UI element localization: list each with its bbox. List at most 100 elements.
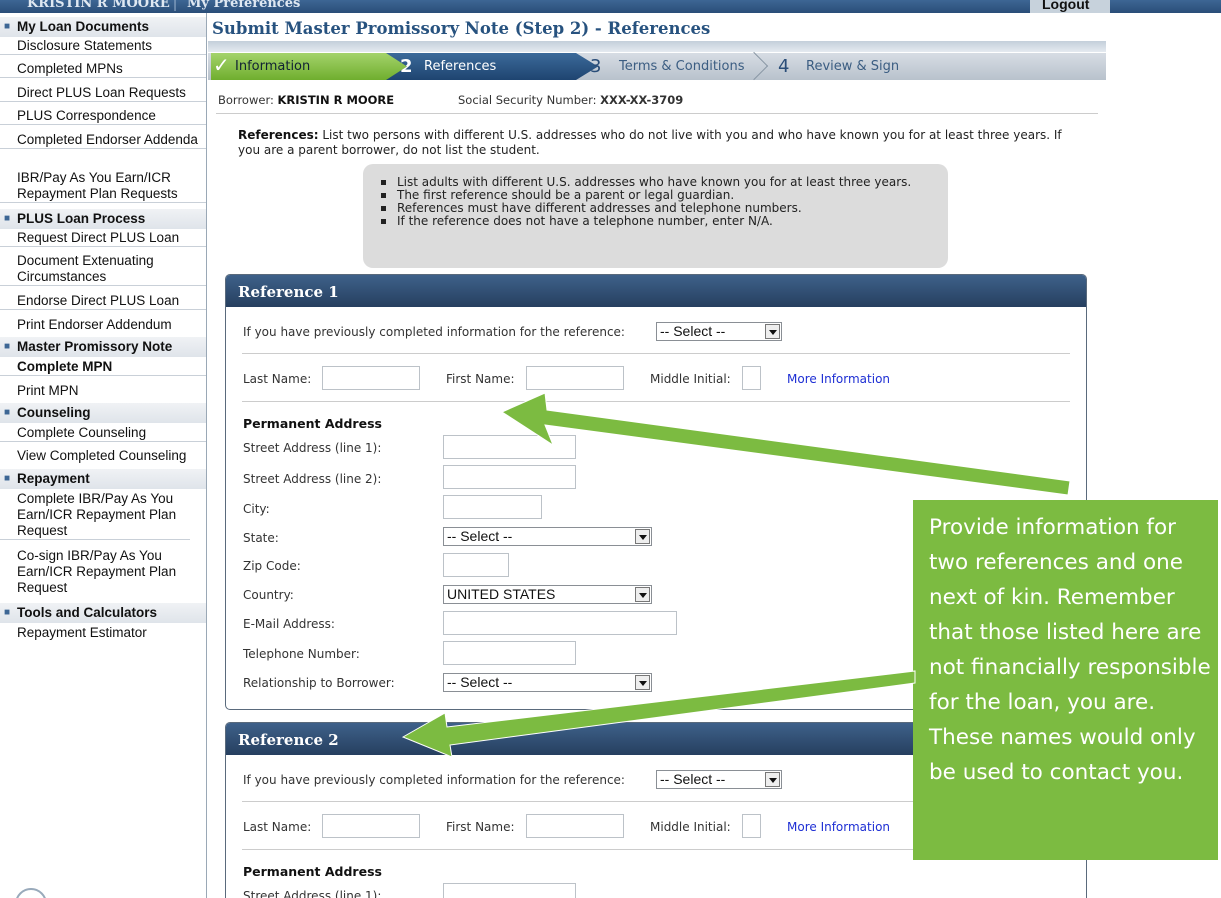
sidebar-item-cosign-ibr-request[interactable]: Co-sign IBR/Pay As You Earn/ICR Repaymen… xyxy=(0,548,190,596)
sidebar-section-master-promissory-note: ■ Master Promissory Note xyxy=(0,337,206,357)
sidebar-item-direct-plus-loan-requests[interactable]: Direct PLUS Loan Requests xyxy=(0,85,206,102)
middle-initial-input[interactable] xyxy=(742,814,761,838)
sidebar-section-counseling: ■ Counseling xyxy=(0,403,206,423)
country-select[interactable]: UNITED STATES xyxy=(443,585,652,604)
relationship-label: Relationship to Borrower: xyxy=(243,676,395,690)
city-input[interactable] xyxy=(443,495,542,519)
prev-info-label: If you have previously completed informa… xyxy=(243,325,625,339)
sidebar-item-complete-counseling[interactable]: Complete Counseling xyxy=(0,425,206,442)
sidebar-item-print-endorser-addendum[interactable]: Print Endorser Addendum xyxy=(0,317,206,333)
phone-input[interactable] xyxy=(443,641,576,665)
sidebar-item-repayment-estimator[interactable]: Repayment Estimator xyxy=(0,625,206,641)
email-label: E-Mail Address: xyxy=(243,617,335,631)
sidebar-item-plus-correspondence[interactable]: PLUS Correspondence xyxy=(0,108,206,125)
page-title: Submit Master Promissory Note (Step 2) -… xyxy=(212,19,711,38)
sidebar-item-complete-ibr-request[interactable]: Complete IBR/Pay As You Earn/ICR Repayme… xyxy=(0,491,190,540)
reference-tips-box: List adults with different U.S. addresse… xyxy=(363,164,948,268)
sidebar-item-ibr-requests[interactable]: IBR/Pay As You Earn/ICR Repayment Plan R… xyxy=(0,170,206,203)
last-name-label: Last Name: xyxy=(243,820,312,834)
dropdown-arrow-icon xyxy=(635,529,650,544)
zip-label: Zip Code: xyxy=(243,559,301,573)
sidebar-item-document-extenuating-circumstances[interactable]: Document Extenuating Circumstances xyxy=(0,253,206,286)
permanent-address-heading: Permanent Address xyxy=(243,864,382,879)
section-bullet-icon: ■ xyxy=(4,473,11,484)
last-name-input[interactable] xyxy=(322,366,420,390)
separator: | xyxy=(173,0,178,11)
logout-link[interactable]: Logout xyxy=(1042,0,1089,12)
divider xyxy=(242,401,1070,402)
street1-input[interactable] xyxy=(443,435,576,459)
step-terms-and-conditions: 3 Terms & Conditions xyxy=(588,51,778,81)
section-bullet-icon: ■ xyxy=(4,607,11,618)
permanent-address-heading: Permanent Address xyxy=(243,416,382,431)
borrower-info: Borrower: KRISTIN R MOORE xyxy=(218,93,395,107)
sidebar-item-view-completed-counseling[interactable]: View Completed Counseling xyxy=(0,448,206,464)
last-name-label: Last Name: xyxy=(243,372,312,386)
user-name: KRISTIN R MOORE xyxy=(27,0,170,11)
sidebar-section-my-loan-documents: ■ My Loan Documents xyxy=(0,17,206,37)
my-preferences-link[interactable]: My Preferences xyxy=(187,0,300,11)
prev-info-label: If you have previously completed informa… xyxy=(243,773,625,787)
title-rule xyxy=(208,41,1106,52)
street1-label: Street Address (line 1): xyxy=(243,441,382,455)
divider xyxy=(242,353,1070,354)
street2-label: Street Address (line 2): xyxy=(243,472,382,486)
ssn-info: Social Security Number: XXX-XX-3709 xyxy=(458,93,684,107)
middle-initial-label: Middle Initial: xyxy=(650,372,731,386)
references-intro: References: List two persons with differ… xyxy=(238,128,1062,157)
checkmark-icon: ✓ xyxy=(213,53,230,77)
dropdown-arrow-icon xyxy=(765,772,780,787)
middle-initial-label: Middle Initial: xyxy=(650,820,731,834)
first-name-input[interactable] xyxy=(526,366,624,390)
middle-initial-input[interactable] xyxy=(742,366,761,390)
step-references: 2 References xyxy=(386,53,598,80)
sidebar-item-request-direct-plus-loan[interactable]: Request Direct PLUS Loan xyxy=(0,230,206,247)
callout-note: Provide information for two references a… xyxy=(913,500,1218,860)
sidebar-item-endorse-direct-plus-loan[interactable]: Endorse Direct PLUS Loan xyxy=(0,293,206,310)
sidebar-item-complete-mpn[interactable]: Complete MPN xyxy=(0,359,206,376)
email-input[interactable] xyxy=(443,611,677,635)
sidebar-item-disclosure-statements[interactable]: Disclosure Statements xyxy=(0,38,206,55)
last-name-input[interactable] xyxy=(322,814,420,838)
sidebar-section-plus-loan-process: ■ PLUS Loan Process xyxy=(0,209,206,229)
dropdown-arrow-icon xyxy=(635,675,650,690)
country-label: Country: xyxy=(243,588,294,602)
step-review-and-sign: 4 Review & Sign xyxy=(778,56,900,77)
state-label: State: xyxy=(243,531,279,545)
sidebar-section-repayment: ■ Repayment xyxy=(0,469,206,489)
borrower-name: KRISTIN R MOORE xyxy=(277,93,395,107)
sidebar-section-tools-and-calculators: ■ Tools and Calculators xyxy=(0,603,206,623)
sidebar-item-completed-mpns[interactable]: Completed MPNs xyxy=(0,61,206,78)
progress-steps: ✓ Information 2 References 3 Terms & Con… xyxy=(208,51,1106,81)
first-name-input[interactable] xyxy=(526,814,624,838)
dropdown-arrow-icon xyxy=(765,324,780,339)
prev-reference-select[interactable]: -- Select -- xyxy=(656,322,782,341)
street1-input[interactable] xyxy=(443,883,576,898)
zip-input[interactable] xyxy=(443,553,509,577)
more-information-link[interactable]: More Information xyxy=(787,820,890,834)
sidebar: ■ My Loan Documents Disclosure Statements… xyxy=(0,13,207,898)
more-information-link[interactable]: More Information xyxy=(787,372,890,386)
sidebar-item-completed-endorser-addenda[interactable]: Completed Endorser Addenda xyxy=(0,132,206,149)
street1-label: Street Address (line 1): xyxy=(243,889,382,898)
step-information: ✓ Information xyxy=(211,53,411,80)
first-name-label: First Name: xyxy=(446,820,515,834)
sidebar-item-print-mpn[interactable]: Print MPN xyxy=(0,383,206,399)
logout-area: Logout xyxy=(1030,0,1110,13)
section-bullet-icon: ■ xyxy=(4,407,11,418)
state-select[interactable]: -- Select -- xyxy=(443,527,652,546)
relationship-select[interactable]: -- Select -- xyxy=(443,673,652,692)
divider xyxy=(216,113,1098,114)
section-bullet-icon: ■ xyxy=(4,341,11,352)
first-name-label: First Name: xyxy=(446,372,515,386)
dropdown-arrow-icon xyxy=(635,587,650,602)
reference-1-title: Reference 1 xyxy=(226,275,1086,307)
ssn-value: XXX-XX-3709 xyxy=(600,93,684,107)
tip-item: If the reference does not have a telepho… xyxy=(379,215,930,228)
city-label: City: xyxy=(243,502,270,516)
prev-reference-select[interactable]: -- Select -- xyxy=(656,770,782,789)
section-bullet-icon: ■ xyxy=(4,21,11,32)
phone-label: Telephone Number: xyxy=(243,647,360,661)
street2-input[interactable] xyxy=(443,465,576,489)
section-bullet-icon: ■ xyxy=(4,213,11,224)
